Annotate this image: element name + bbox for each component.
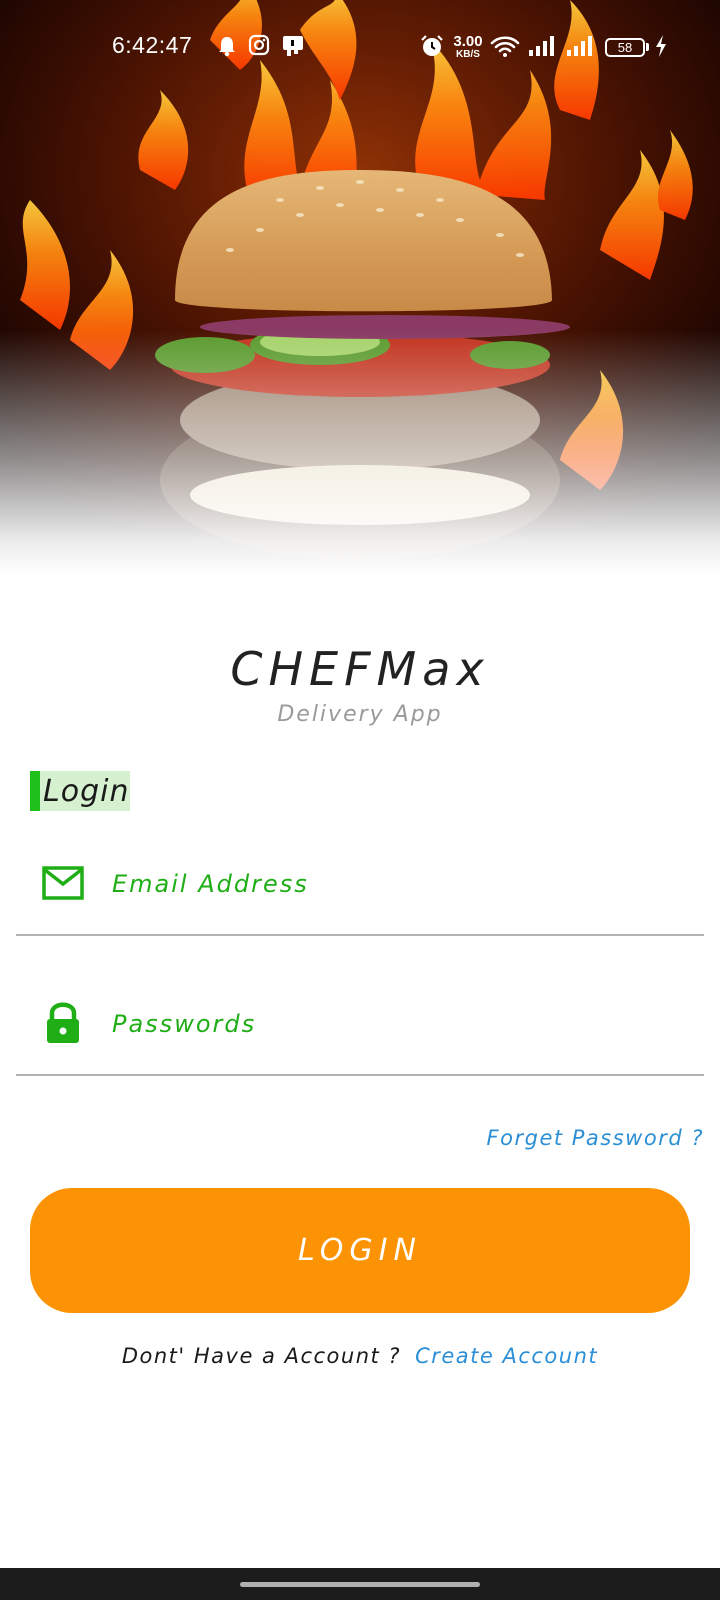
signal-icon: [567, 36, 592, 56]
network-speed-value: 3.00: [453, 33, 483, 50]
password-underline: [16, 1074, 704, 1076]
email-underline: [16, 934, 704, 936]
create-account-link[interactable]: Create Account: [415, 1344, 598, 1368]
mail-icon: [42, 866, 84, 900]
app-subtitle: Delivery App: [277, 702, 443, 727]
home-gesture-handle[interactable]: [240, 1582, 480, 1587]
wifi-icon: [490, 36, 520, 57]
network-speed: 3.00 KB/S: [448, 34, 488, 60]
no-account-text: Dont' Have a Account ?: [121, 1344, 402, 1368]
bell-icon: [219, 37, 235, 57]
password-field[interactable]: [16, 976, 704, 1076]
login-button[interactable]: LOGIN: [30, 1188, 690, 1313]
app-notification-icon: [283, 36, 303, 56]
lock-icon: [47, 1002, 79, 1043]
instagram-icon: [248, 34, 270, 56]
email-input[interactable]: [112, 836, 692, 932]
login-heading-accent-bar: [30, 771, 40, 811]
email-field[interactable]: [16, 836, 704, 936]
status-time: 6:42:47: [112, 32, 193, 58]
app-title: CHEFMax: [230, 642, 490, 696]
signal-icon: [529, 36, 554, 56]
system-nav-bar: [0, 1568, 720, 1600]
password-input[interactable]: [112, 976, 692, 1072]
signup-prompt: Dont' Have a Account ? Create Account: [0, 1344, 720, 1368]
battery-tip: [646, 43, 649, 51]
battery-level: 58: [617, 40, 633, 55]
alarm-icon: [421, 35, 443, 56]
status-bar: 6:42:47 3.00 KB/S 58: [0, 0, 720, 96]
network-speed-unit: KB/S: [456, 49, 480, 60]
login-heading: Login: [43, 774, 130, 809]
forget-password-link[interactable]: Forget Password ?: [487, 1126, 704, 1150]
charging-icon: [656, 35, 666, 57]
login-button-label: LOGIN: [298, 1233, 422, 1268]
